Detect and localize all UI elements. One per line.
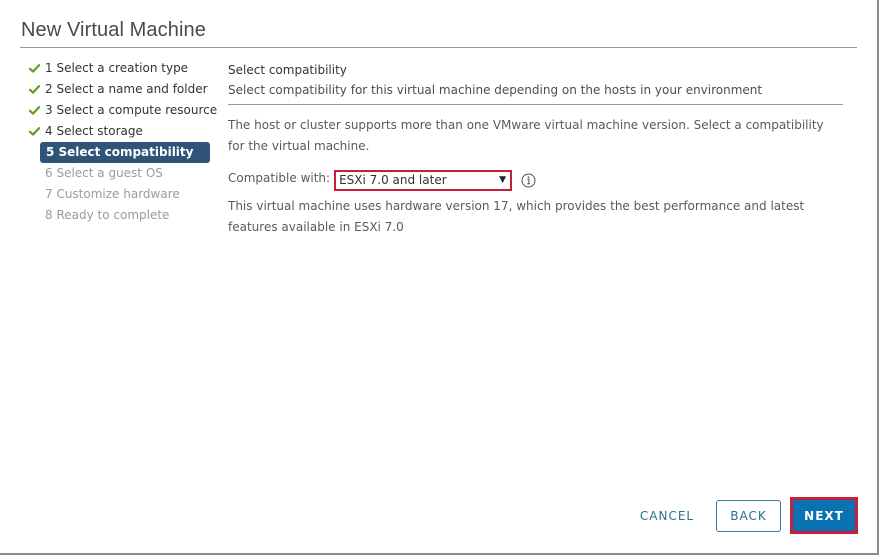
compatibility-select[interactable]: ESXi 7.0 and later ▼ [334, 169, 513, 191]
step-label: 7 Customize hardware [45, 187, 180, 201]
step-label: 4 Select storage [45, 124, 143, 138]
checkmark-icon [27, 58, 41, 79]
step-select-name-and-folder[interactable]: 2 Select a name and folder [25, 79, 213, 100]
step-label: 8 Ready to complete [45, 208, 170, 222]
hardware-version-note: This virtual machine uses hardware versi… [228, 199, 805, 234]
step-label: 3 Select a compute resource [45, 103, 218, 117]
checkmark-icon [27, 79, 41, 100]
step-select-guest-os: 6 Select a guest OS [25, 163, 213, 184]
step-content: Select compatibility Select compatibilit… [228, 62, 843, 234]
section-title: Select compatibility [228, 63, 347, 77]
wizard-steps-nav: 1 Select a creation type 2 Select a name… [25, 58, 217, 226]
step-label: 2 Select a name and folder [45, 82, 208, 96]
cancel-button[interactable]: CANCEL [632, 500, 702, 532]
compatibility-selected-value: ESXi 7.0 and later [339, 172, 447, 187]
next-button[interactable]: NEXT [790, 497, 858, 534]
step-label: 5 Select compatibility [46, 145, 194, 159]
dropdown-arrow-icon: ▼ [499, 174, 507, 185]
dialog-title: New Virtual Machine [21, 19, 206, 41]
step-select-storage[interactable]: 4 Select storage [25, 121, 213, 142]
intro-text: The host or cluster supports more than o… [228, 118, 824, 153]
new-vm-wizard-dialog: New Virtual Machine 1 Select a creation … [0, 0, 879, 555]
title-divider [20, 47, 857, 48]
compatible-with-label: Compatible with: [228, 171, 331, 185]
checkmark-icon [27, 121, 41, 142]
step-label: 6 Select a guest OS [45, 166, 163, 180]
compatibility-row: Compatible with: ESXi 7.0 and later ▼ [228, 168, 536, 192]
step-ready-to-complete: 8 Ready to complete [25, 205, 213, 226]
section-subtitle: Select compatibility for this virtual ma… [228, 83, 763, 97]
step-select-creation-type[interactable]: 1 Select a creation type [25, 58, 213, 79]
back-button[interactable]: BACK [716, 500, 781, 532]
checkmark-icon [27, 100, 41, 121]
step-select-compute-resource[interactable]: 3 Select a compute resource [25, 100, 217, 121]
info-circle-icon[interactable] [521, 173, 536, 188]
section-divider [228, 104, 843, 105]
step-select-compatibility[interactable]: 5 Select compatibility [40, 142, 210, 163]
step-customize-hardware: 7 Customize hardware [25, 184, 213, 205]
step-label: 1 Select a creation type [45, 61, 189, 75]
